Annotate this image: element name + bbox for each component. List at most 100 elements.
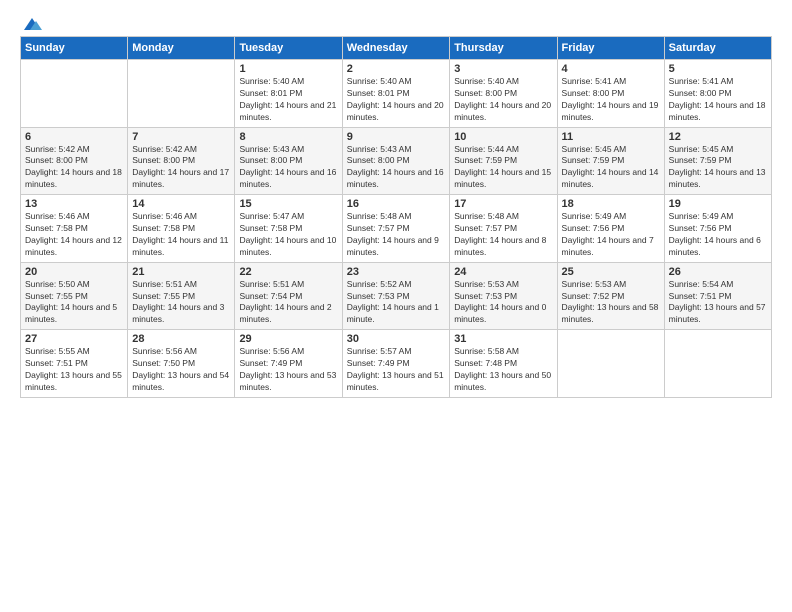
- calendar-cell: 8Sunrise: 5:43 AM Sunset: 8:00 PM Daylig…: [235, 127, 342, 195]
- day-number: 9: [347, 131, 445, 143]
- day-number: 1: [239, 63, 337, 75]
- day-info: Sunrise: 5:51 AM Sunset: 7:54 PM Dayligh…: [239, 279, 337, 327]
- calendar-week-row: 27Sunrise: 5:55 AM Sunset: 7:51 PM Dayli…: [21, 330, 772, 398]
- calendar-week-row: 13Sunrise: 5:46 AM Sunset: 7:58 PM Dayli…: [21, 195, 772, 263]
- day-info: Sunrise: 5:42 AM Sunset: 8:00 PM Dayligh…: [132, 144, 230, 192]
- calendar: SundayMondayTuesdayWednesdayThursdayFrid…: [20, 36, 772, 398]
- calendar-cell: 12Sunrise: 5:45 AM Sunset: 7:59 PM Dayli…: [664, 127, 771, 195]
- day-number: 19: [669, 198, 767, 210]
- day-number: 28: [132, 333, 230, 345]
- day-info: Sunrise: 5:40 AM Sunset: 8:01 PM Dayligh…: [347, 76, 445, 124]
- day-info: Sunrise: 5:40 AM Sunset: 8:01 PM Dayligh…: [239, 76, 337, 124]
- calendar-cell: 20Sunrise: 5:50 AM Sunset: 7:55 PM Dayli…: [21, 262, 128, 330]
- day-info: Sunrise: 5:53 AM Sunset: 7:52 PM Dayligh…: [562, 279, 660, 327]
- day-info: Sunrise: 5:40 AM Sunset: 8:00 PM Dayligh…: [454, 76, 552, 124]
- weekday-header: Tuesday: [235, 37, 342, 60]
- header: [20, 16, 772, 28]
- day-info: Sunrise: 5:45 AM Sunset: 7:59 PM Dayligh…: [669, 144, 767, 192]
- day-number: 18: [562, 198, 660, 210]
- day-number: 20: [25, 266, 123, 278]
- day-info: Sunrise: 5:44 AM Sunset: 7:59 PM Dayligh…: [454, 144, 552, 192]
- calendar-cell: 29Sunrise: 5:56 AM Sunset: 7:49 PM Dayli…: [235, 330, 342, 398]
- day-info: Sunrise: 5:41 AM Sunset: 8:00 PM Dayligh…: [562, 76, 660, 124]
- day-number: 29: [239, 333, 337, 345]
- day-number: 17: [454, 198, 552, 210]
- day-number: 27: [25, 333, 123, 345]
- calendar-cell: 24Sunrise: 5:53 AM Sunset: 7:53 PM Dayli…: [450, 262, 557, 330]
- day-number: 31: [454, 333, 552, 345]
- calendar-cell: 13Sunrise: 5:46 AM Sunset: 7:58 PM Dayli…: [21, 195, 128, 263]
- logo: [20, 16, 42, 28]
- calendar-week-row: 1Sunrise: 5:40 AM Sunset: 8:01 PM Daylig…: [21, 60, 772, 128]
- day-number: 14: [132, 198, 230, 210]
- day-number: 25: [562, 266, 660, 278]
- day-number: 16: [347, 198, 445, 210]
- day-info: Sunrise: 5:56 AM Sunset: 7:50 PM Dayligh…: [132, 346, 230, 394]
- day-info: Sunrise: 5:53 AM Sunset: 7:53 PM Dayligh…: [454, 279, 552, 327]
- weekday-header: Monday: [128, 37, 235, 60]
- weekday-header: Wednesday: [342, 37, 449, 60]
- day-number: 7: [132, 131, 230, 143]
- day-number: 24: [454, 266, 552, 278]
- day-number: 11: [562, 131, 660, 143]
- calendar-cell: 7Sunrise: 5:42 AM Sunset: 8:00 PM Daylig…: [128, 127, 235, 195]
- day-info: Sunrise: 5:43 AM Sunset: 8:00 PM Dayligh…: [347, 144, 445, 192]
- day-info: Sunrise: 5:55 AM Sunset: 7:51 PM Dayligh…: [25, 346, 123, 394]
- calendar-cell: 28Sunrise: 5:56 AM Sunset: 7:50 PM Dayli…: [128, 330, 235, 398]
- calendar-cell: 21Sunrise: 5:51 AM Sunset: 7:55 PM Dayli…: [128, 262, 235, 330]
- calendar-cell: 15Sunrise: 5:47 AM Sunset: 7:58 PM Dayli…: [235, 195, 342, 263]
- calendar-cell: 19Sunrise: 5:49 AM Sunset: 7:56 PM Dayli…: [664, 195, 771, 263]
- calendar-cell: 9Sunrise: 5:43 AM Sunset: 8:00 PM Daylig…: [342, 127, 449, 195]
- day-number: 30: [347, 333, 445, 345]
- weekday-header: Friday: [557, 37, 664, 60]
- day-info: Sunrise: 5:43 AM Sunset: 8:00 PM Dayligh…: [239, 144, 337, 192]
- day-number: 2: [347, 63, 445, 75]
- day-number: 6: [25, 131, 123, 143]
- calendar-cell: 2Sunrise: 5:40 AM Sunset: 8:01 PM Daylig…: [342, 60, 449, 128]
- calendar-week-row: 6 Sunrise: 5:42 AM Sunset: 8:00 PM Daylig…: [21, 127, 772, 195]
- calendar-cell: 26Sunrise: 5:54 AM Sunset: 7:51 PM Dayli…: [664, 262, 771, 330]
- day-info: Sunrise: 5:48 AM Sunset: 7:57 PM Dayligh…: [454, 211, 552, 259]
- day-info: Sunrise: 5:49 AM Sunset: 7:56 PM Dayligh…: [562, 211, 660, 259]
- day-number: 12: [669, 131, 767, 143]
- day-number: 26: [669, 266, 767, 278]
- calendar-cell: 25Sunrise: 5:53 AM Sunset: 7:52 PM Dayli…: [557, 262, 664, 330]
- day-info: Sunrise: 5:47 AM Sunset: 7:58 PM Dayligh…: [239, 211, 337, 259]
- day-number: 8: [239, 131, 337, 143]
- calendar-cell: 3Sunrise: 5:40 AM Sunset: 8:00 PM Daylig…: [450, 60, 557, 128]
- day-number: 10: [454, 131, 552, 143]
- day-info: Sunrise: 5:48 AM Sunset: 7:57 PM Dayligh…: [347, 211, 445, 259]
- calendar-cell: [21, 60, 128, 128]
- day-number: 4: [562, 63, 660, 75]
- day-number: 22: [239, 266, 337, 278]
- day-info: Sunrise: 5:49 AM Sunset: 7:56 PM Dayligh…: [669, 211, 767, 259]
- calendar-week-row: 20Sunrise: 5:50 AM Sunset: 7:55 PM Dayli…: [21, 262, 772, 330]
- day-info: Sunrise: 5:57 AM Sunset: 7:49 PM Dayligh…: [347, 346, 445, 394]
- calendar-cell: 17Sunrise: 5:48 AM Sunset: 7:57 PM Dayli…: [450, 195, 557, 263]
- calendar-cell: 10Sunrise: 5:44 AM Sunset: 7:59 PM Dayli…: [450, 127, 557, 195]
- day-number: 21: [132, 266, 230, 278]
- weekday-header: Sunday: [21, 37, 128, 60]
- day-number: 5: [669, 63, 767, 75]
- day-info: Sunrise: 5:50 AM Sunset: 7:55 PM Dayligh…: [25, 279, 123, 327]
- calendar-cell: 16Sunrise: 5:48 AM Sunset: 7:57 PM Dayli…: [342, 195, 449, 263]
- calendar-cell: 14Sunrise: 5:46 AM Sunset: 7:58 PM Dayli…: [128, 195, 235, 263]
- weekday-header: Thursday: [450, 37, 557, 60]
- day-number: 15: [239, 198, 337, 210]
- calendar-cell: 23Sunrise: 5:52 AM Sunset: 7:53 PM Dayli…: [342, 262, 449, 330]
- calendar-cell: 4Sunrise: 5:41 AM Sunset: 8:00 PM Daylig…: [557, 60, 664, 128]
- day-info: Sunrise: 5:45 AM Sunset: 7:59 PM Dayligh…: [562, 144, 660, 192]
- calendar-cell: 11Sunrise: 5:45 AM Sunset: 7:59 PM Dayli…: [557, 127, 664, 195]
- calendar-cell: [664, 330, 771, 398]
- calendar-cell: [128, 60, 235, 128]
- day-info: Sunrise: 5:41 AM Sunset: 8:00 PM Dayligh…: [669, 76, 767, 124]
- day-info: Sunrise: 5:46 AM Sunset: 7:58 PM Dayligh…: [25, 211, 123, 259]
- day-number: 23: [347, 266, 445, 278]
- calendar-cell: 30Sunrise: 5:57 AM Sunset: 7:49 PM Dayli…: [342, 330, 449, 398]
- day-info: Sunrise: 5:51 AM Sunset: 7:55 PM Dayligh…: [132, 279, 230, 327]
- page: SundayMondayTuesdayWednesdayThursdayFrid…: [0, 0, 792, 612]
- calendar-cell: 1Sunrise: 5:40 AM Sunset: 8:01 PM Daylig…: [235, 60, 342, 128]
- day-info: Sunrise: 5:58 AM Sunset: 7:48 PM Dayligh…: [454, 346, 552, 394]
- day-info: Sunrise: 5:56 AM Sunset: 7:49 PM Dayligh…: [239, 346, 337, 394]
- day-number: 3: [454, 63, 552, 75]
